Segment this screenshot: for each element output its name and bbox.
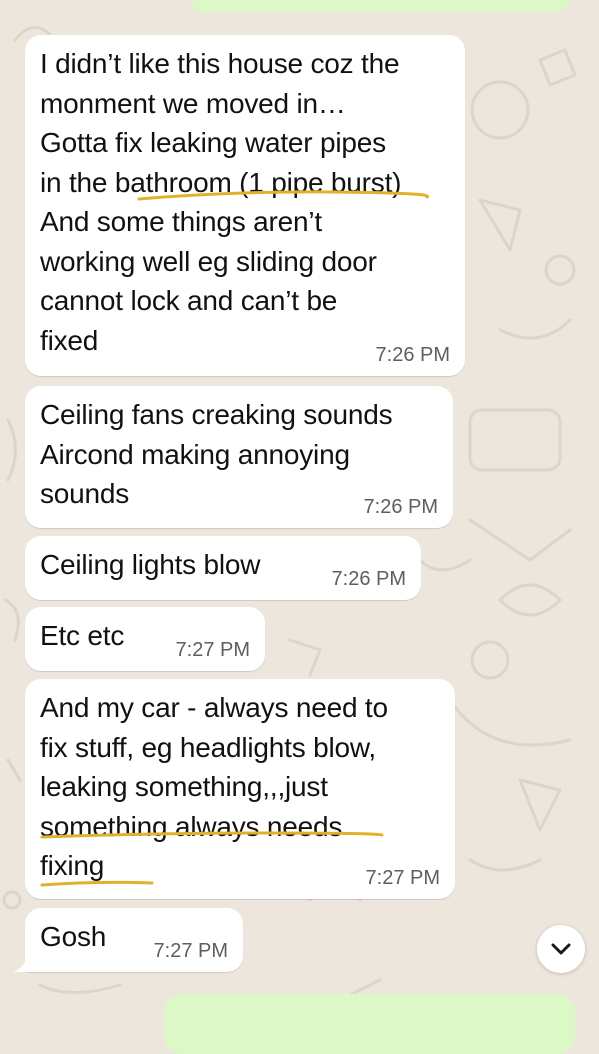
message-text: I didn’t like this house coz the monment… xyxy=(40,48,402,356)
chevron-down-icon xyxy=(551,943,571,955)
incoming-message-bubble[interactable]: Etc etc 7:27 PM xyxy=(25,607,265,671)
outgoing-message-partial-bottom xyxy=(165,994,575,1054)
message-text: Ceiling lights blow xyxy=(40,549,261,580)
incoming-message-bubble[interactable]: Ceiling fans creaking sounds Aircond mak… xyxy=(25,386,453,528)
scroll-to-bottom-button[interactable] xyxy=(537,925,585,973)
message-text: Etc etc xyxy=(40,620,125,651)
message-timestamp: 7:26 PM xyxy=(331,568,406,590)
message-text: Ceiling fans creaking sounds Aircond mak… xyxy=(40,399,393,509)
incoming-message-bubble[interactable]: I didn’t like this house coz the monment… xyxy=(25,35,465,376)
incoming-message-bubble[interactable]: And my car - always need to fix stuff, e… xyxy=(25,679,455,899)
message-text: Gosh xyxy=(40,921,107,952)
message-timestamp: 7:26 PM xyxy=(375,344,450,366)
message-timestamp: 7:27 PM xyxy=(153,940,228,962)
incoming-message-bubble[interactable]: Ceiling lights blow 7:26 PM xyxy=(25,536,421,600)
message-timestamp: 7:27 PM xyxy=(365,867,440,889)
incoming-message-bubble[interactable]: Gosh 7:27 PM xyxy=(25,908,243,972)
message-timestamp: 7:26 PM xyxy=(363,496,438,518)
message-text: And my car - always need to fix stuff, e… xyxy=(40,692,388,881)
message-timestamp: 7:27 PM xyxy=(175,639,250,661)
outgoing-message-partial-top xyxy=(190,0,570,12)
